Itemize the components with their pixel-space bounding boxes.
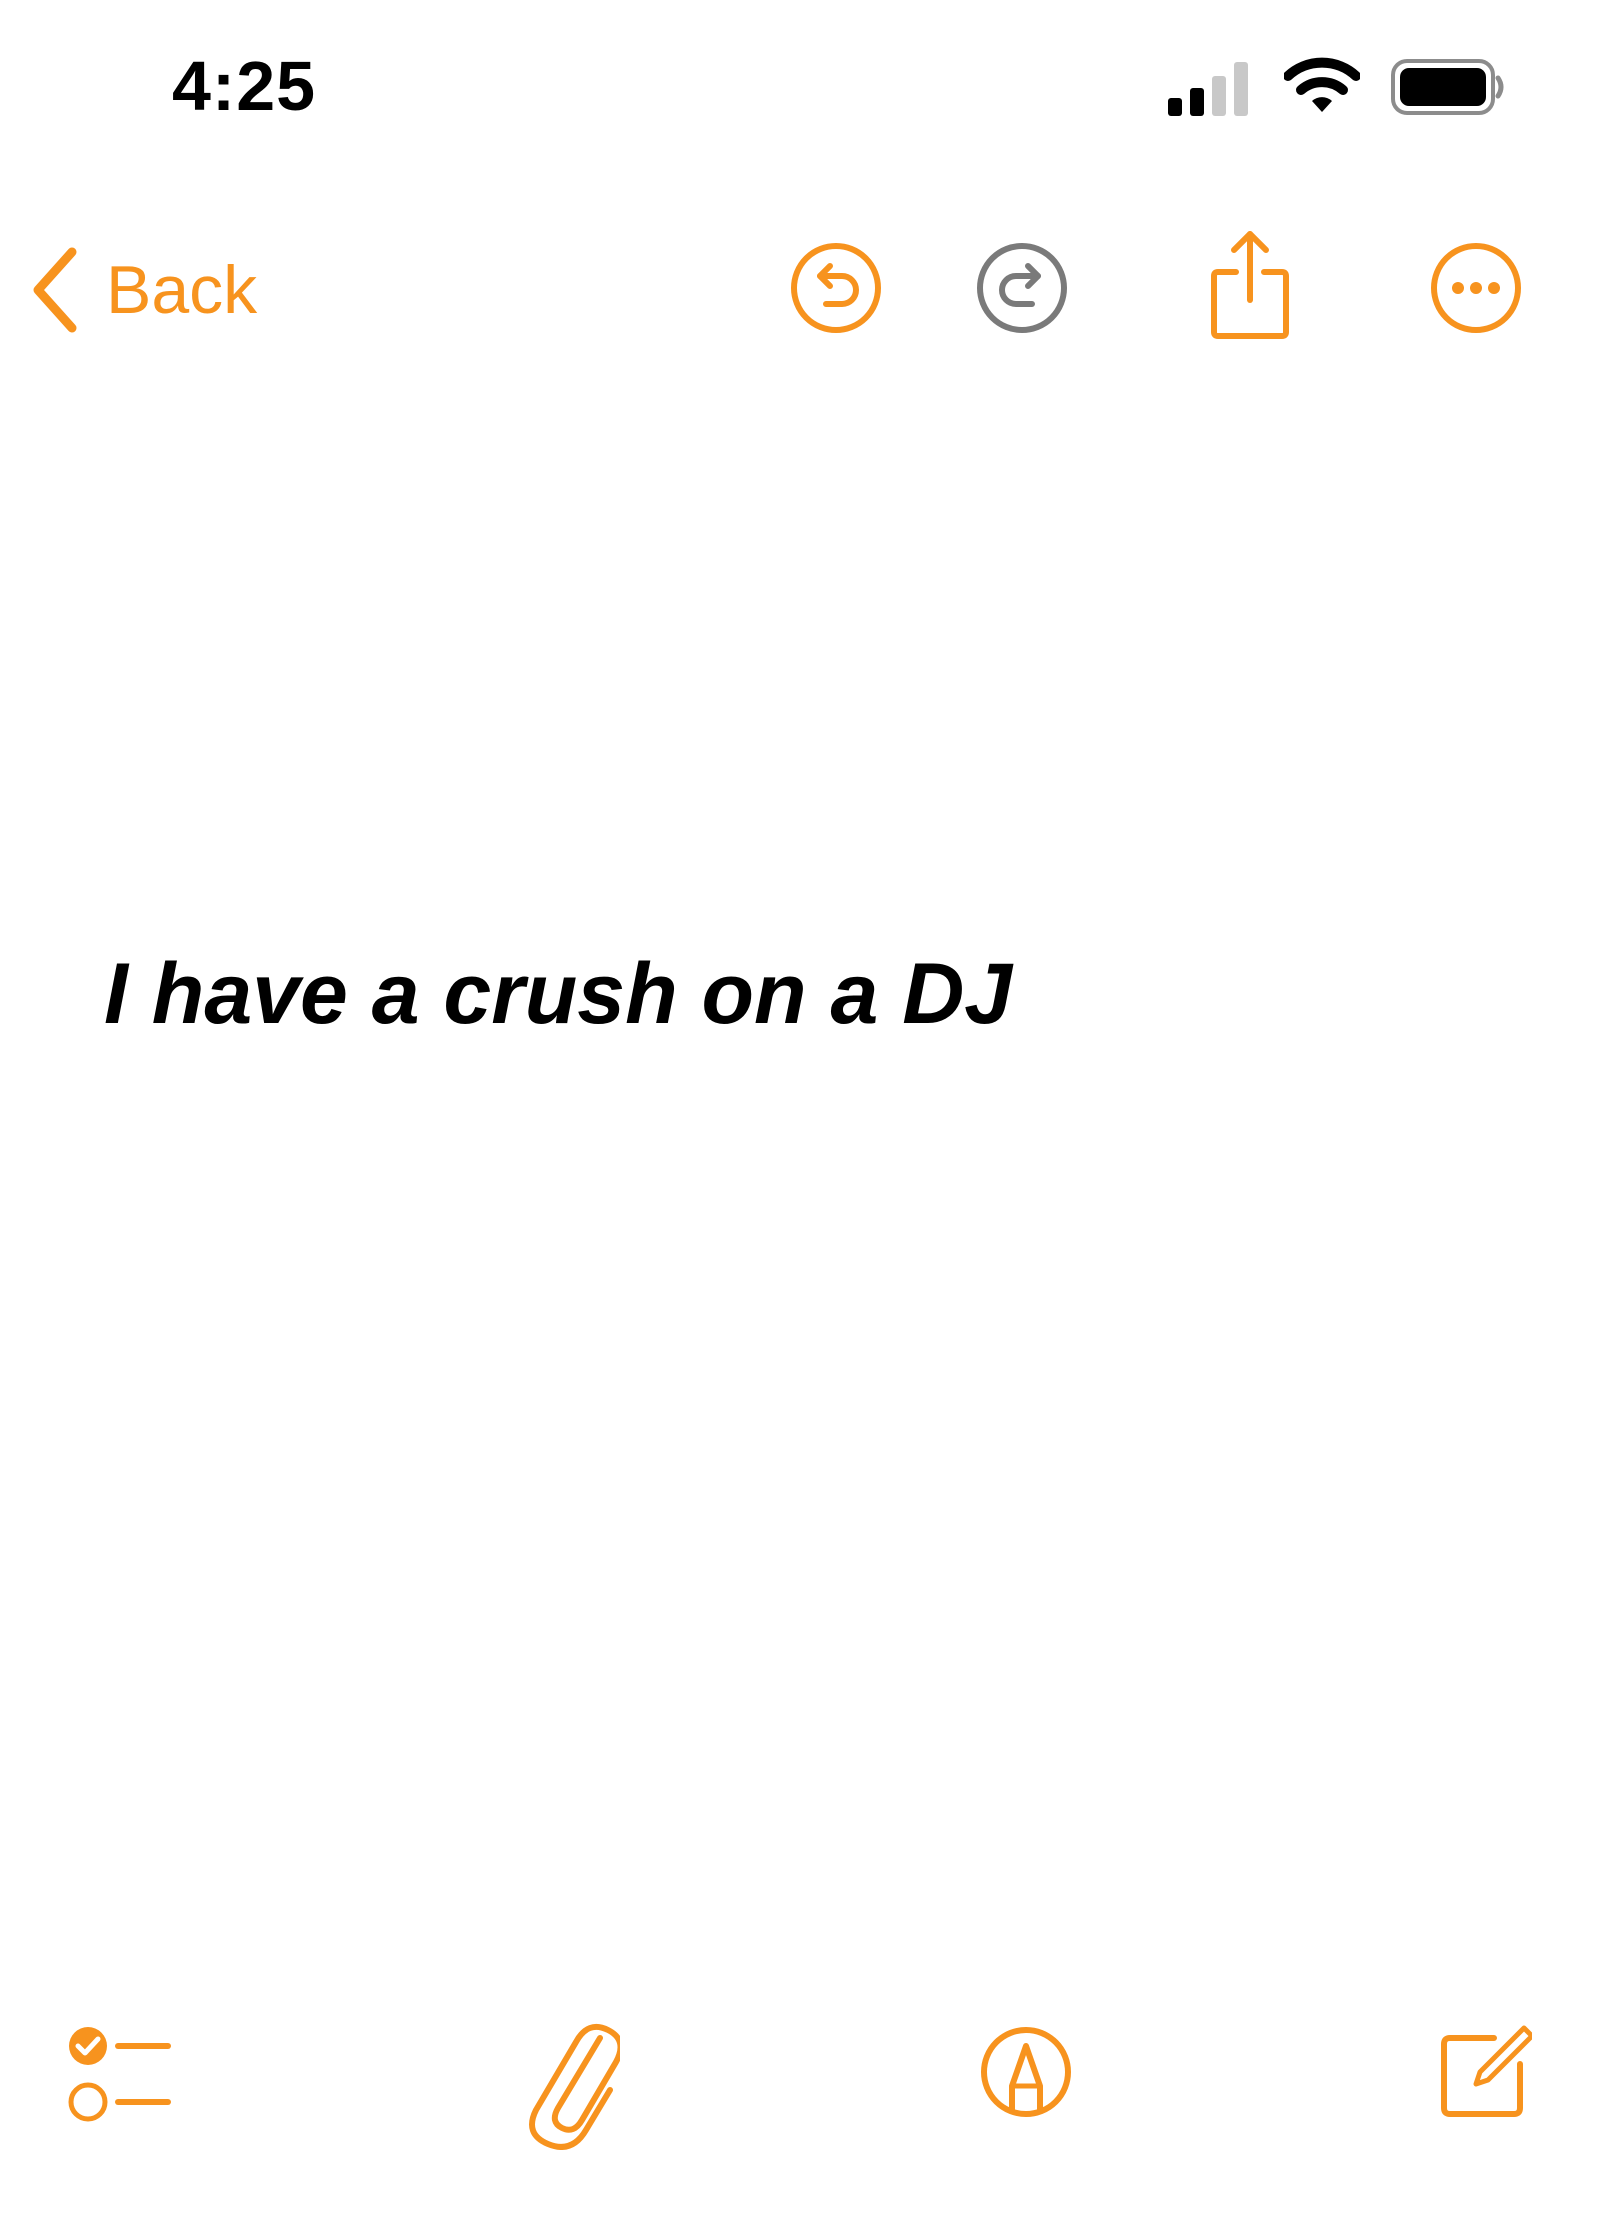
- nav-bar: Back: [0, 200, 1600, 380]
- chevron-left-icon: [33, 247, 77, 333]
- cellular-signal-icon: [1168, 62, 1248, 116]
- markup-icon[interactable]: [980, 2026, 1072, 2118]
- note-body[interactable]: I have a crush on a DJ: [104, 945, 1504, 1044]
- checklist-icon[interactable]: [66, 2020, 172, 2130]
- bottom-toolbar: [0, 2010, 1600, 2150]
- share-icon[interactable]: [1208, 228, 1292, 340]
- undo-icon[interactable]: [790, 242, 882, 334]
- wifi-icon: [1284, 57, 1360, 112]
- attachment-icon[interactable]: [528, 2010, 620, 2150]
- status-time: 4:25: [172, 47, 317, 125]
- redo-icon[interactable]: [976, 242, 1068, 334]
- note-text[interactable]: I have a crush on a DJ: [104, 945, 1504, 1044]
- more-icon[interactable]: [1430, 242, 1522, 334]
- back-button[interactable]: Back: [30, 240, 257, 340]
- back-label: Back: [106, 252, 258, 328]
- compose-icon[interactable]: [1436, 2024, 1532, 2120]
- status-bar: 4:25: [0, 0, 1600, 160]
- battery-icon: [1391, 59, 1504, 115]
